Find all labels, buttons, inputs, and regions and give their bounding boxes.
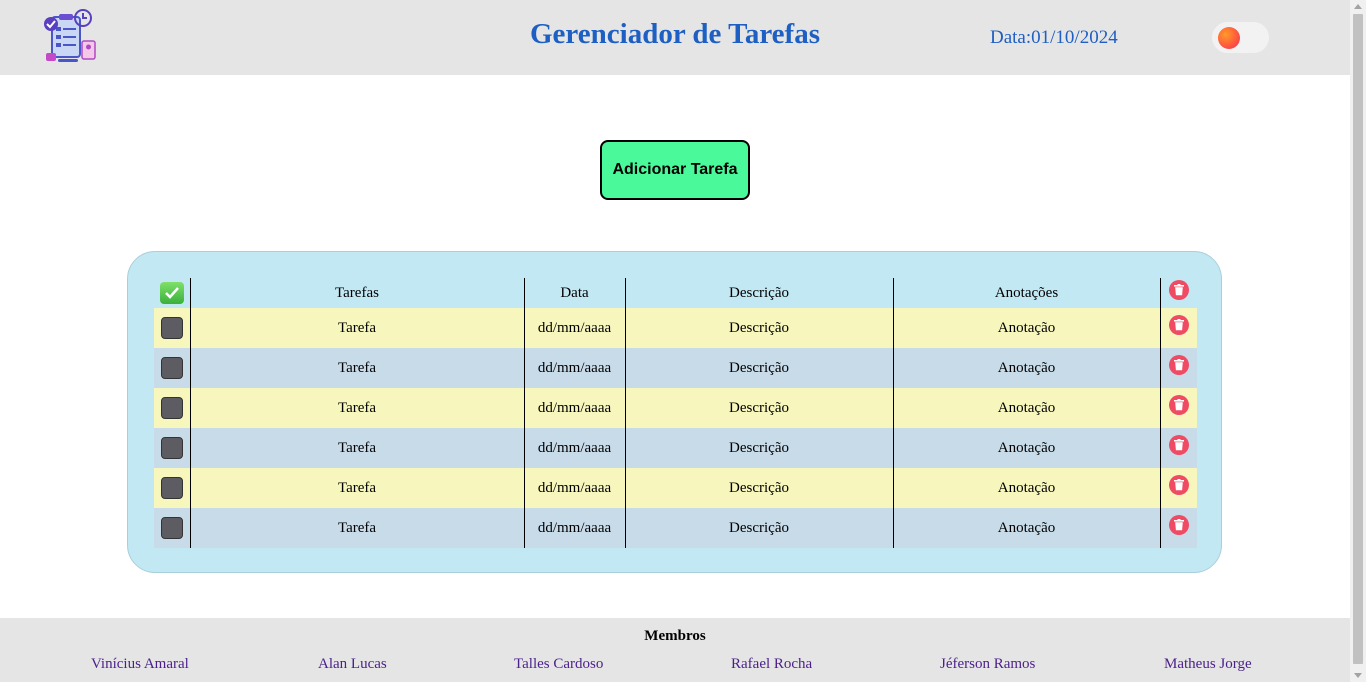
task-name[interactable]: Tarefa (189, 468, 524, 508)
member-link[interactable]: Alan Lucas (318, 656, 387, 673)
task-date[interactable]: dd/mm/aaaa (523, 508, 625, 548)
add-task-button[interactable]: Adicionar Tarefa (600, 140, 750, 200)
task-date[interactable]: dd/mm/aaaa (523, 308, 625, 348)
delete-task-button[interactable] (1168, 475, 1189, 495)
delete-task-button[interactable] (1168, 395, 1189, 415)
table-header-row: Tarefas Data Descrição Anotações (154, 278, 1197, 308)
task-date[interactable]: dd/mm/aaaa (523, 388, 625, 428)
task-notes[interactable]: Anotação (892, 508, 1160, 548)
task-name[interactable]: Tarefa (189, 308, 524, 348)
task-notes[interactable]: Anotação (892, 308, 1160, 348)
task-table: Tarefas Data Descrição Anotações Tarefa … (154, 278, 1197, 548)
members-title: Membros (644, 628, 706, 644)
member-link[interactable]: Vinícius Amaral (91, 656, 189, 673)
trash-icon (1173, 284, 1184, 296)
current-date: Data:01/10/2024 (990, 27, 1118, 48)
trash-icon (1173, 439, 1184, 451)
vertical-scrollbar[interactable] (1350, 0, 1366, 682)
trash-icon (1173, 319, 1184, 331)
task-description[interactable]: Descrição (624, 508, 893, 548)
theme-toggle[interactable] (1212, 22, 1269, 53)
task-name[interactable]: Tarefa (189, 508, 524, 548)
task-description[interactable]: Descrição (624, 388, 893, 428)
task-description[interactable]: Descrição (624, 308, 893, 348)
member-link[interactable]: Matheus Jorge (1164, 656, 1252, 673)
select-all-checkbox[interactable] (159, 282, 184, 304)
checkmark-icon (164, 287, 179, 299)
task-name[interactable]: Tarefa (189, 428, 524, 468)
task-checkbox[interactable] (160, 397, 183, 419)
task-checkbox[interactable] (160, 437, 183, 459)
column-header-descricao: Descrição (624, 278, 893, 308)
table-row: Tarefa dd/mm/aaaa Descrição Anotação (154, 348, 1197, 388)
delete-task-button[interactable] (1168, 355, 1189, 375)
task-name[interactable]: Tarefa (189, 348, 524, 388)
task-notes[interactable]: Anotação (892, 388, 1160, 428)
task-date[interactable]: dd/mm/aaaa (523, 428, 625, 468)
scroll-down-arrow-icon[interactable] (1354, 673, 1362, 678)
table-row: Tarefa dd/mm/aaaa Descrição Anotação (154, 468, 1197, 508)
task-date[interactable]: dd/mm/aaaa (523, 468, 625, 508)
delete-task-button[interactable] (1168, 515, 1189, 535)
delete-task-button[interactable] (1168, 315, 1189, 335)
member-link[interactable]: Talles Cardoso (514, 656, 603, 673)
task-notes[interactable]: Anotação (892, 348, 1160, 388)
column-header-tarefas: Tarefas (189, 278, 524, 308)
task-date[interactable]: dd/mm/aaaa (523, 348, 625, 388)
table-row: Tarefa dd/mm/aaaa Descrição Anotação (154, 308, 1197, 348)
trash-icon (1173, 399, 1184, 411)
page-title: Gerenciador de Tarefas (530, 18, 820, 50)
task-checkbox[interactable] (160, 317, 183, 339)
scrollbar-thumb[interactable] (1353, 14, 1363, 664)
task-description[interactable]: Descrição (624, 428, 893, 468)
member-link[interactable]: Jéferson Ramos (940, 656, 1035, 673)
column-header-data: Data (523, 278, 625, 308)
task-name[interactable]: Tarefa (189, 388, 524, 428)
task-notes[interactable]: Anotação (892, 428, 1160, 468)
task-checkbox[interactable] (160, 477, 183, 499)
footer: Membros Vinícius Amaral Alan Lucas Talle… (0, 618, 1350, 682)
task-checkbox[interactable] (160, 517, 183, 539)
delete-task-button[interactable] (1168, 435, 1189, 455)
task-table-card: Tarefas Data Descrição Anotações Tarefa … (127, 251, 1222, 573)
trash-icon (1173, 359, 1184, 371)
task-notes[interactable]: Anotação (892, 468, 1160, 508)
table-row: Tarefa dd/mm/aaaa Descrição Anotação (154, 428, 1197, 468)
select-all-cell (154, 278, 190, 308)
task-checkbox[interactable] (160, 357, 183, 379)
column-header-anotacoes: Anotações (892, 278, 1160, 308)
task-description[interactable]: Descrição (624, 468, 893, 508)
delete-all-cell (1159, 278, 1197, 308)
delete-all-button[interactable] (1168, 280, 1189, 300)
table-row: Tarefa dd/mm/aaaa Descrição Anotação (154, 508, 1197, 548)
task-description[interactable]: Descrição (624, 348, 893, 388)
member-link[interactable]: Rafael Rocha (731, 656, 812, 673)
theme-toggle-icon (1218, 27, 1240, 49)
table-row: Tarefa dd/mm/aaaa Descrição Anotação (154, 388, 1197, 428)
scroll-up-arrow-icon[interactable] (1354, 4, 1362, 9)
trash-icon (1173, 479, 1184, 491)
trash-icon (1173, 519, 1184, 531)
page: Gerenciador de Tarefas Data:01/10/2024 A… (0, 0, 1350, 682)
header: Gerenciador de Tarefas Data:01/10/2024 (0, 0, 1350, 75)
